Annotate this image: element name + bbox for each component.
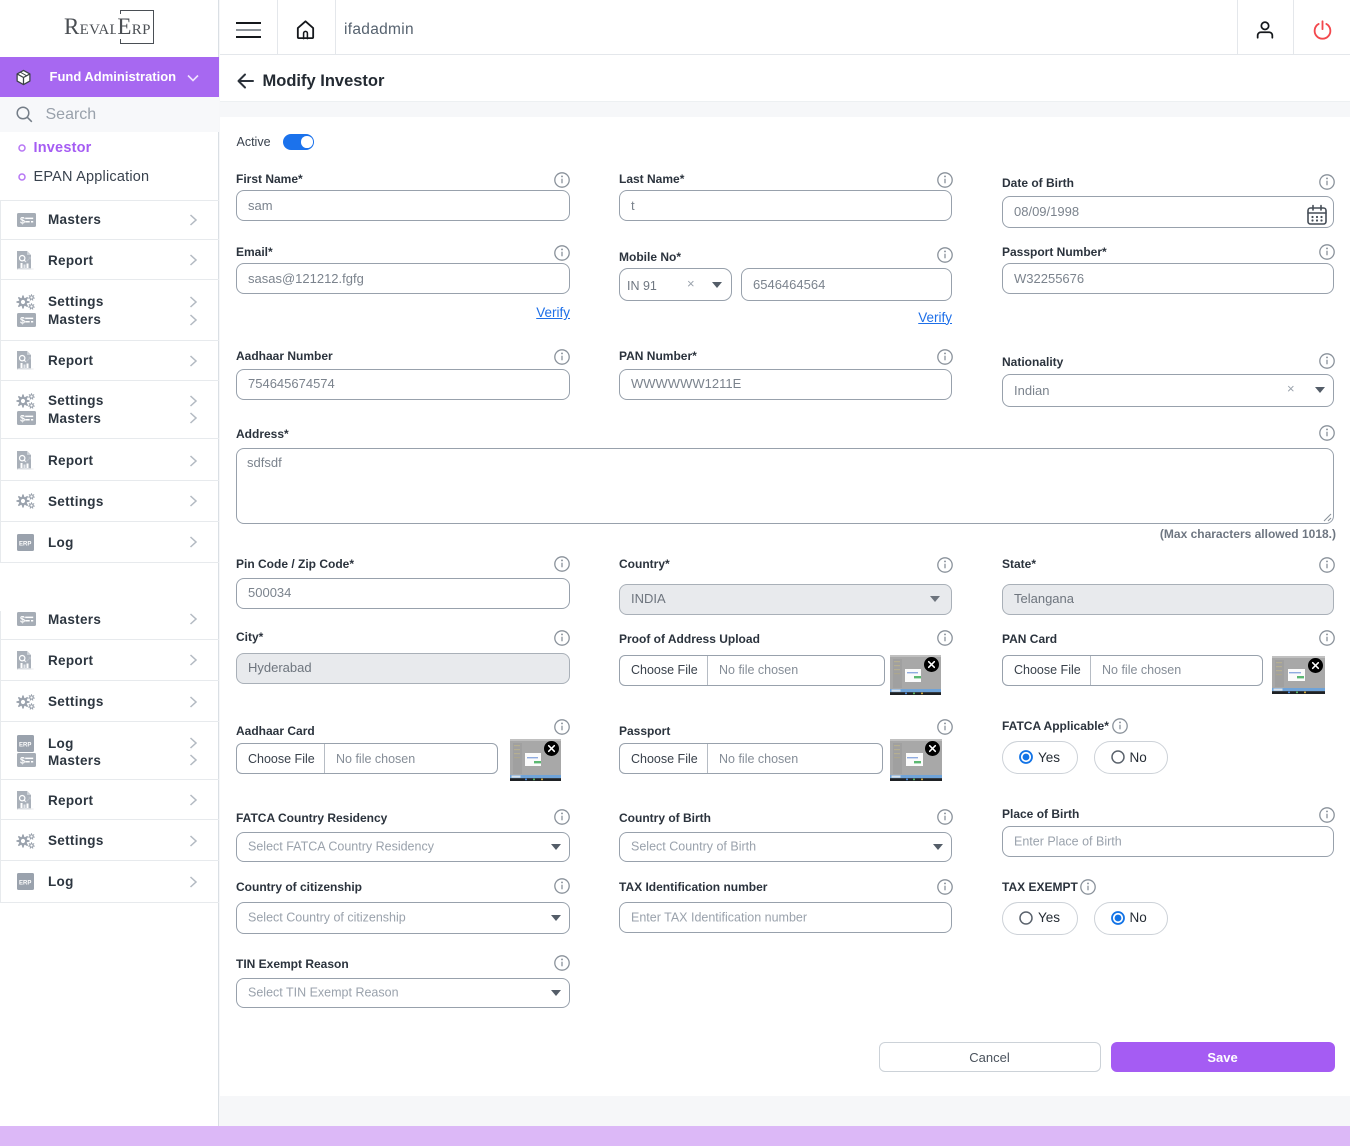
svg-text:ERP: ERP (19, 541, 31, 547)
svg-text:$: $ (20, 615, 25, 625)
svg-text:$: $ (20, 315, 25, 325)
svg-text:ERP: ERP (19, 742, 31, 748)
svg-text:$: $ (20, 414, 25, 424)
svg-text:$: $ (20, 756, 25, 766)
svg-text:$: $ (20, 215, 25, 225)
svg-text:ERP: ERP (19, 881, 31, 887)
